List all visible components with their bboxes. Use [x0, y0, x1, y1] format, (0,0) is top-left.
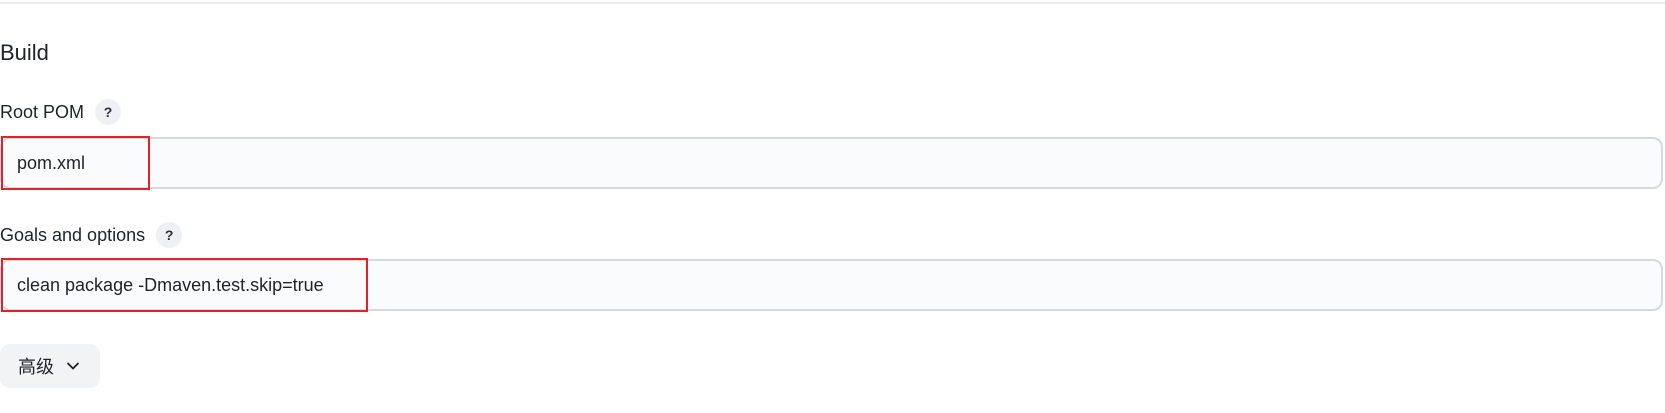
goals-label: Goals and options	[0, 225, 146, 245]
root-pom-input[interactable]: pom.xml	[0, 137, 1663, 189]
root-pom-label: Root POM	[0, 102, 85, 122]
chevron-down-icon	[66, 359, 80, 373]
root-pom-help-button[interactable]: ?	[95, 99, 122, 125]
section-title: Build	[0, 40, 49, 65]
goals-input[interactable]: clean package -Dmaven.test.skip=true	[0, 259, 1663, 311]
advanced-button[interactable]: 高级	[0, 344, 100, 388]
build-section: Build Root POM ? pom.xml Goals and optio…	[0, 0, 1665, 413]
advanced-label: 高级	[18, 357, 54, 378]
root-pom-input-value: pom.xml	[17, 153, 86, 173]
goals-label-row: Goals and options ?	[0, 221, 183, 249]
goals-input-value: clean package -Dmaven.test.skip=true	[17, 275, 324, 295]
goals-help-button[interactable]: ?	[156, 222, 183, 248]
root-pom-label-row: Root POM ?	[0, 98, 122, 126]
section-divider	[0, 2, 1665, 4]
